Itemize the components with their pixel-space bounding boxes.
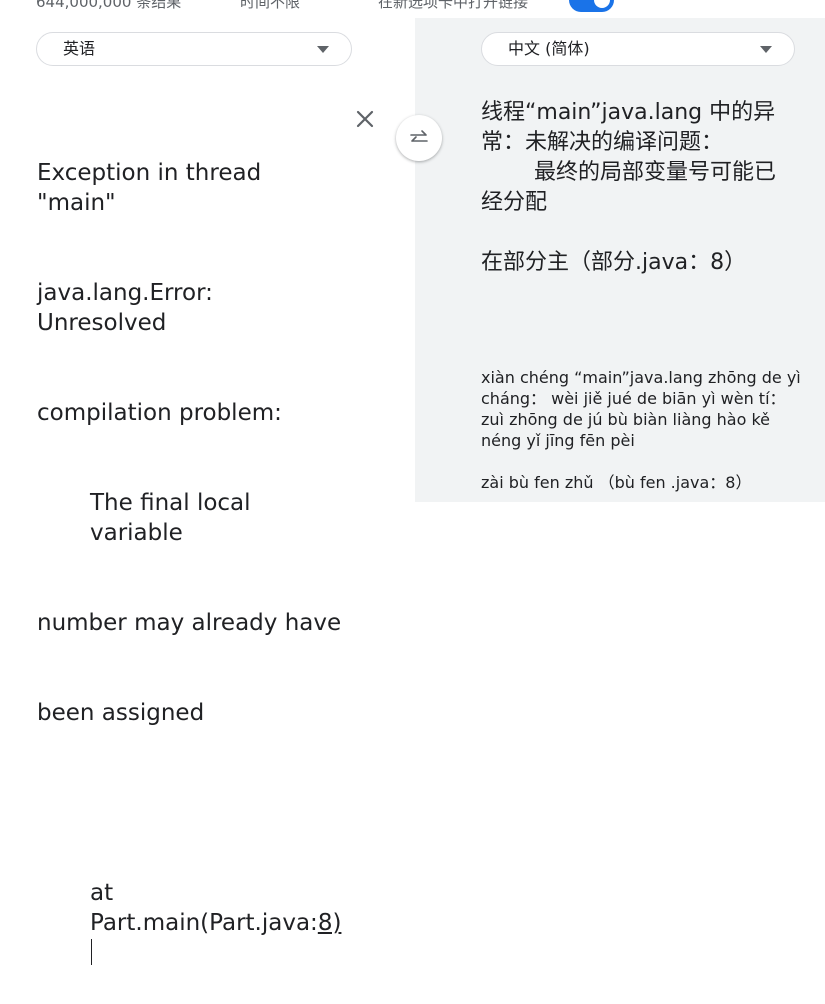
source-textarea[interactable]: Exception in thread "main" java.lang.Err… [37,98,342,1004]
swap-languages-button[interactable] [396,115,442,161]
source-panel: 英语 Exception in thread "main" java.lang.… [12,18,415,965]
target-language-select[interactable]: 中文 (简体) [481,32,795,66]
results-count: 644,000,000 条结果 [36,0,182,11]
translation-line: 常：未解决的编译问题： [481,130,724,155]
source-line: Exception in thread "main" [37,160,269,216]
translation-line: 最终的局部变量号可能已 [534,160,777,185]
source-line: java.lang.Error: Unresolved [37,280,221,336]
toggle-knob [594,0,610,8]
text-cursor [91,939,92,965]
open-new-tab-label: 在新选项卡中打开链接 [378,0,529,11]
source-link[interactable]: 8) [318,910,342,936]
romanization: xiàn chéng “main”java.lang zhōng de yì c… [481,367,801,493]
close-icon[interactable] [353,107,377,131]
translation-line [481,218,801,248]
chevron-down-icon [317,46,329,53]
swap-languages-icon [410,130,428,142]
romanization-line: néng yǐ jīng fēn pèi [481,431,635,450]
source-line: number may already have [37,610,342,636]
source-language-select[interactable]: 英语 [36,32,352,66]
source-line: The final local variable [90,490,258,546]
romanization-line: cháng： wèi jiě jué de biān yì wèn tí： [481,389,786,408]
translation-line: 在部分主（部分.java：8） [481,250,747,275]
chevron-down-icon [760,46,772,53]
translation-output: 线程“main”java.lang 中的异 常：未解决的编译问题： 最终的局部变… [481,98,801,278]
translation-line: 经分配 [481,190,548,215]
target-panel: 中文 (简体) 线程“main”java.lang 中的异 常：未解决的编译问题… [415,18,825,502]
romanization-line: zuì zhōng de jú bù biàn liàng hào kě [481,410,770,429]
source-last-line: at Part.main(Part.java:8) [37,878,342,968]
source-line [37,788,342,818]
top-bar: 644,000,000 条结果 时间不限 在新选项卡中打开链接 [0,0,825,16]
romanization-line: zài bù fen zhǔ （bù fen .java：8） [481,473,752,492]
source-line: at Part.main(Part.java: [90,880,318,936]
romanization-line: xiàn chéng “main”java.lang zhōng de yì [481,368,801,387]
source-language-label: 英语 [63,39,96,58]
source-line: compilation problem: [37,400,282,426]
time-filter[interactable]: 时间不限 [240,0,300,12]
romanization-line [481,451,801,472]
translation-line: 线程“main”java.lang 中的异 [481,100,776,125]
target-language-label: 中文 (简体) [508,39,590,58]
source-line: been assigned [37,700,205,726]
open-new-tab-toggle[interactable] [569,0,614,12]
